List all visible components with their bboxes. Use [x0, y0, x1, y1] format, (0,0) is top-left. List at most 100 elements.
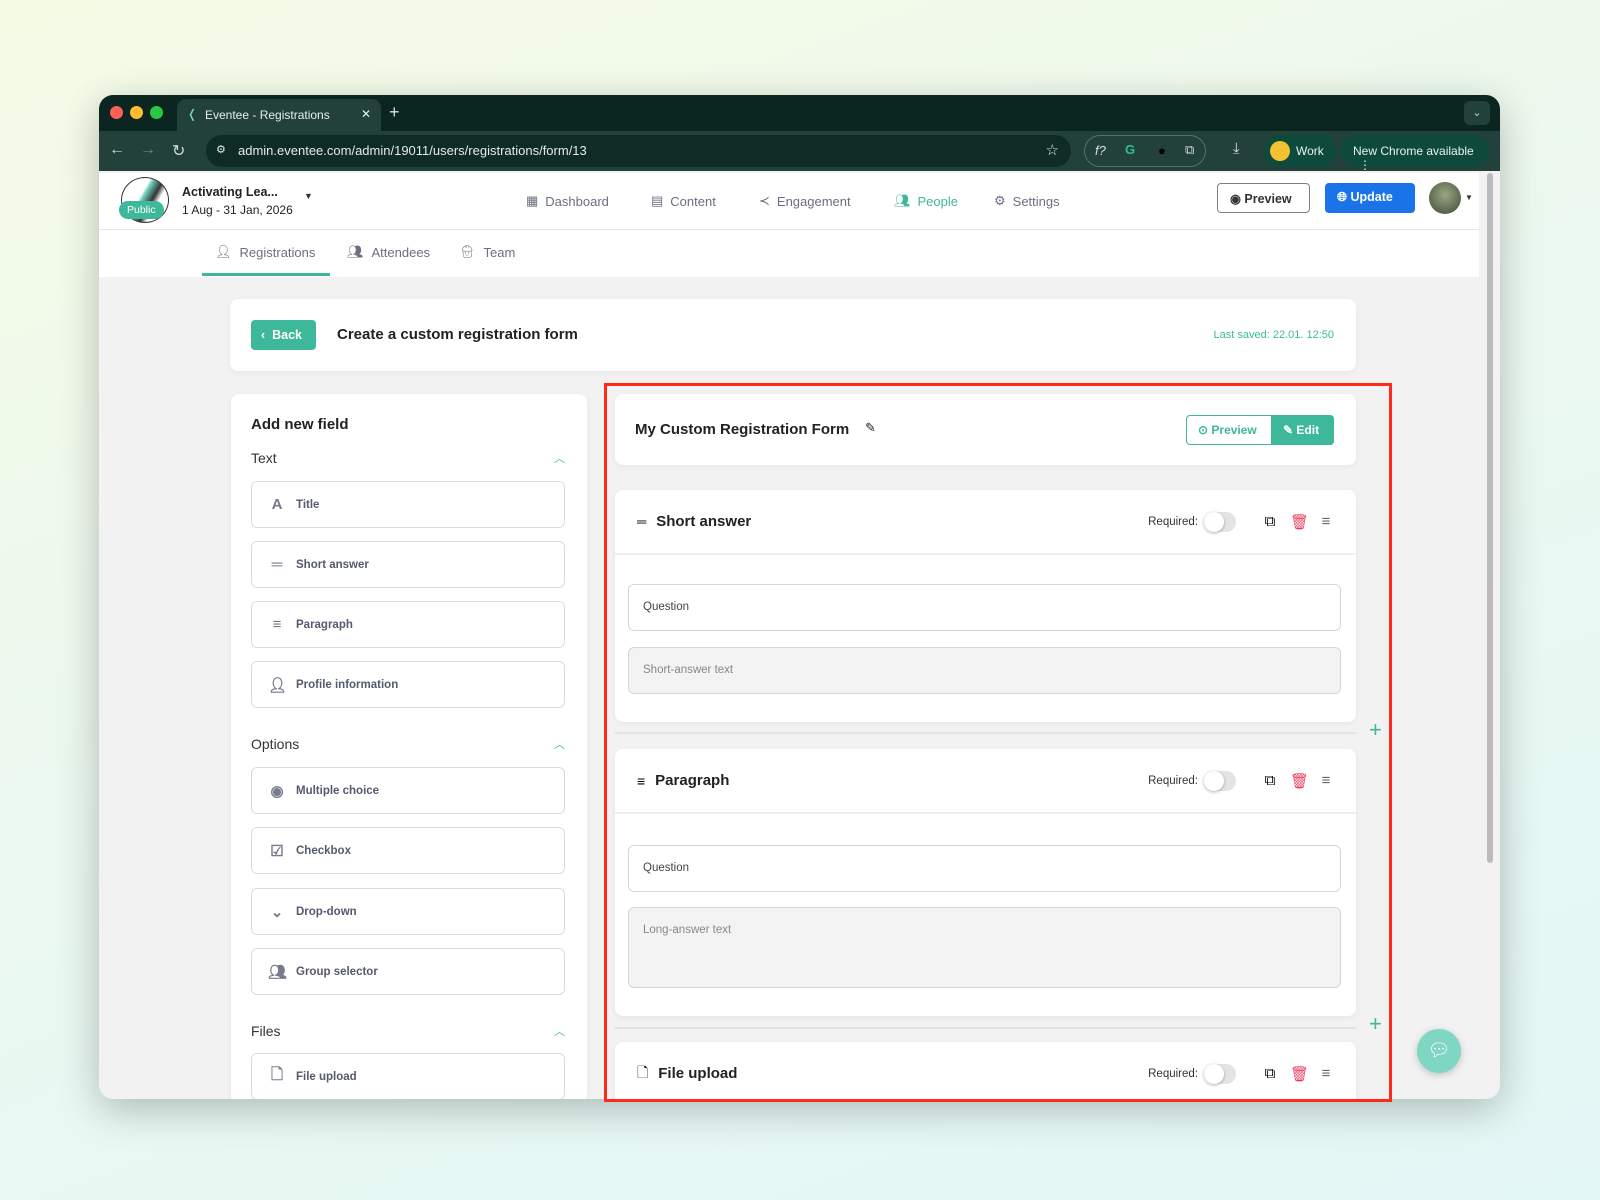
add-multiple-choice-field[interactable]: ◉ Multiple choice	[251, 767, 565, 814]
field-label: Title	[296, 498, 320, 511]
group-icon: 👥︎	[268, 963, 288, 981]
short-text-icon: ═	[271, 556, 283, 573]
back-button[interactable]: ‹ Back	[251, 320, 316, 350]
header-preview-button[interactable]: ◉ Preview	[1217, 183, 1310, 213]
nav-engagement[interactable]: ≺ Engagement	[759, 193, 851, 209]
user-avatar[interactable]	[1429, 182, 1461, 214]
event-name[interactable]: Activating Lea...	[182, 185, 278, 199]
chevron-up-icon: ︿	[554, 739, 565, 751]
profile-list-icon: 👤︎	[268, 676, 288, 694]
event-switcher-caret-icon[interactable]: ▼	[304, 191, 313, 201]
back-nav-icon[interactable]: ←	[109, 141, 125, 159]
reload-icon[interactable]: ↻	[172, 141, 185, 161]
chat-bubble-icon: 💬︎	[1427, 1040, 1451, 1060]
field-label: Profile information	[296, 678, 399, 691]
checkbox-icon: ☑	[270, 842, 284, 860]
url-text: admin.eventee.com/admin/19011/users/regi…	[238, 143, 587, 158]
chevron-left-icon: ‹	[261, 328, 266, 342]
field-label: Paragraph	[296, 618, 353, 631]
add-short-answer-field[interactable]: ═ Short answer	[251, 541, 565, 588]
nav-content[interactable]: ▤ Content	[651, 193, 716, 209]
extensions-puzzle-icon[interactable]: ⧉	[1185, 142, 1194, 158]
section-label: Options	[251, 736, 300, 752]
field-label: Multiple choice	[296, 784, 380, 797]
bookmark-star-icon[interactable]: ☆	[1046, 141, 1059, 159]
url-bar[interactable]: ⚙ admin.eventee.com/admin/19011/users/re…	[206, 135, 1071, 167]
nav-dashboard[interactable]: ▦ Dashboard	[526, 193, 609, 209]
field-label: Short answer	[296, 558, 369, 571]
site-info-icon[interactable]: ⚙	[216, 143, 226, 156]
subnav-registrations[interactable]: 👤︎ Registrations	[215, 244, 315, 260]
profile-button[interactable]: Work	[1264, 135, 1336, 167]
users-icon: 👥︎	[347, 244, 364, 259]
highlight-box	[604, 383, 1392, 1102]
app-header: Public Activating Lea... 1 Aug - 31 Jan,…	[99, 173, 1479, 230]
add-profile-info-field[interactable]: 👤︎ Profile information	[251, 661, 565, 708]
browser-tab[interactable]: ❬ Eventee - Registrations ✕	[177, 99, 381, 131]
subnav-team[interactable]: 👷︎ Team	[459, 244, 515, 260]
field-label: File upload	[296, 1070, 357, 1083]
public-badge: Public	[119, 201, 164, 219]
extensions-group: f? G ● ⧉	[1084, 135, 1206, 167]
close-tab-icon[interactable]: ✕	[361, 107, 371, 121]
calendar-icon: ▤	[651, 193, 664, 208]
new-tab-icon[interactable]: +	[389, 102, 400, 123]
sub-navigation: 👤︎ Registrations 👥︎ Attendees 👷︎ Team	[99, 230, 1479, 277]
globe-icon: 🌐︎	[1337, 190, 1348, 204]
forward-nav-icon[interactable]: →	[140, 141, 156, 159]
avatar-caret-icon[interactable]: ▼	[1465, 193, 1473, 202]
formula-extension-icon[interactable]: f?	[1095, 143, 1106, 158]
gear-icon: ⚙	[994, 193, 1006, 208]
add-group-selector-field[interactable]: 👥︎ Group selector	[251, 948, 565, 995]
eventee-favicon-icon: ❬	[187, 107, 198, 121]
back-label: Back	[272, 328, 303, 342]
chrome-update-button[interactable]: New Chrome available ⋮	[1341, 135, 1489, 172]
droplet-extension-icon[interactable]: ●	[1158, 143, 1166, 158]
add-title-field[interactable]: A Title	[251, 481, 565, 528]
nav-label: Content	[670, 193, 716, 209]
field-label: Checkbox	[296, 844, 351, 857]
maximize-window-button[interactable]	[150, 106, 163, 119]
section-files-toggle[interactable]: Files ︿	[251, 1023, 565, 1039]
subnav-label: Team	[483, 244, 516, 260]
minimize-window-button[interactable]	[130, 106, 143, 119]
worker-icon: 👷︎	[459, 244, 476, 259]
page-header-card: ‹ Back Create a custom registration form…	[230, 299, 1356, 371]
event-dates: 1 Aug - 31 Jan, 2026	[182, 203, 293, 217]
section-options-toggle[interactable]: Options ︿	[251, 736, 565, 752]
page-scrollbar[interactable]	[1487, 173, 1493, 863]
field-label: Group selector	[296, 965, 378, 978]
nav-label: Dashboard	[545, 193, 609, 209]
add-dropdown-field[interactable]: ⌄ Drop-down	[251, 888, 565, 935]
chevron-up-icon: ︿	[554, 1026, 565, 1038]
user-check-icon: 👤︎	[215, 244, 232, 259]
section-text-toggle[interactable]: Text ︿	[251, 450, 565, 466]
profile-avatar-icon	[1270, 141, 1290, 161]
download-icon[interactable]: ⤓	[1233, 140, 1240, 157]
share-icon: ≺	[759, 193, 770, 208]
text-a-icon: A	[271, 496, 283, 513]
update-label: Update	[1350, 190, 1393, 204]
subnav-label: Registrations	[239, 244, 316, 260]
add-file-upload-field[interactable]: 🗋 File upload	[251, 1053, 565, 1099]
more-menu-icon[interactable]: ⋮	[1359, 158, 1371, 172]
dashboard-icon: ▦	[526, 193, 539, 208]
tab-title: Eventee - Registrations	[205, 108, 330, 122]
add-checkbox-field[interactable]: ☑ Checkbox	[251, 827, 565, 874]
field-label: Drop-down	[296, 905, 357, 918]
grammarly-extension-icon[interactable]: G	[1125, 142, 1135, 157]
nav-people[interactable]: 👥︎ People	[894, 193, 958, 209]
eye-icon: ◉	[1230, 192, 1241, 206]
close-window-button[interactable]	[110, 106, 123, 119]
add-field-panel: Add new field Text ︿ A Title ═ Short answer…	[231, 394, 587, 1099]
tab-list-icon[interactable]: ⌄	[1464, 101, 1490, 125]
subnav-attendees[interactable]: 👥︎ Attendees	[347, 244, 430, 260]
nav-settings[interactable]: ⚙ Settings	[994, 193, 1060, 209]
address-bar-row: ← → ↻ ⚙ admin.eventee.com/admin/19011/us…	[99, 131, 1500, 172]
add-paragraph-field[interactable]: ≡ Paragraph	[251, 601, 565, 648]
dropdown-circle-icon: ⌄	[270, 903, 284, 921]
chat-support-button[interactable]: 💬︎	[1417, 1029, 1461, 1073]
subnav-label: Attendees	[371, 244, 431, 260]
last-saved: Last saved: 22.01. 12:50	[1213, 329, 1334, 341]
update-button[interactable]: 🌐︎ Update	[1325, 183, 1415, 213]
